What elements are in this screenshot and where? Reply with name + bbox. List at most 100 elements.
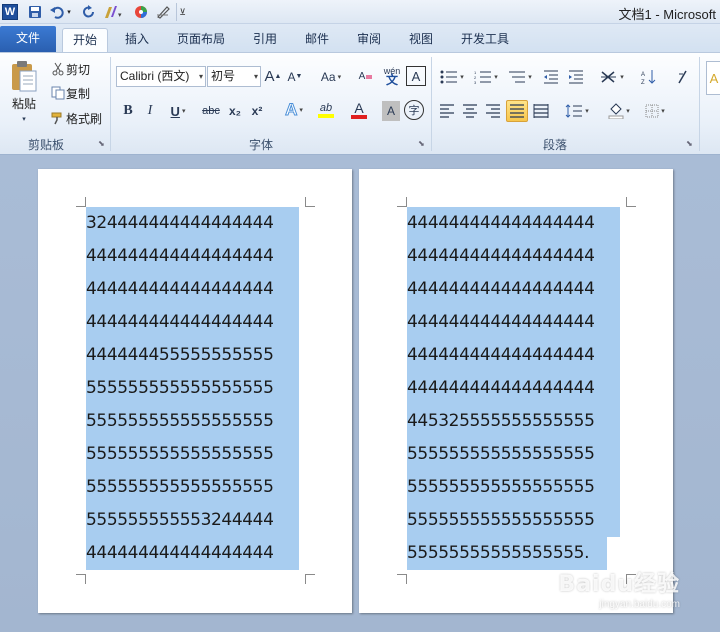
pen-icon[interactable] <box>154 3 172 21</box>
shading-button[interactable]: ▾ <box>604 101 634 121</box>
shrink-font-button[interactable]: A ▼ <box>286 66 304 87</box>
clipboard-launcher-icon[interactable]: ⬊ <box>98 139 105 148</box>
text-line[interactable]: 444444444444444444 <box>407 240 620 273</box>
align-right-button[interactable] <box>483 101 503 121</box>
text-line[interactable]: 555555555555555555 <box>86 438 299 471</box>
phonetic-guide-button[interactable]: wén 文 <box>380 64 404 88</box>
text-line[interactable]: 555555555555555555 <box>86 471 299 504</box>
undo-dropdown-icon[interactable]: ▾ <box>64 3 74 21</box>
styles-gallery-preview[interactable]: A <box>706 61 720 95</box>
text-line[interactable]: 555555555553244444 <box>86 504 299 537</box>
highlight-button[interactable]: ab <box>310 99 342 121</box>
change-case-button[interactable]: Aa ▾ <box>316 66 346 87</box>
clear-formatting-button[interactable]: A <box>356 66 376 87</box>
tab-references[interactable]: 引用 <box>244 28 286 52</box>
text-line[interactable]: 555555555555555555 <box>407 471 620 504</box>
text-line[interactable]: 444444455555555555 <box>86 339 299 372</box>
numbering-button[interactable]: 1 2 3 ▾ <box>471 67 501 87</box>
align-center-button[interactable] <box>460 101 480 121</box>
tab-home[interactable]: 开始 <box>62 28 108 52</box>
font-size-select[interactable]: 初号 ▾ <box>207 66 261 87</box>
paragraph-launcher-icon[interactable]: ⬊ <box>686 139 693 148</box>
font-color-button[interactable]: A <box>344 99 374 121</box>
text-effects-button[interactable]: A ▾ <box>280 99 308 121</box>
text-line[interactable]: 444444444444444444 <box>86 306 299 339</box>
paste-dropdown-icon[interactable]: ▾ <box>18 113 30 125</box>
text-line[interactable]: 444444444444444444 <box>407 273 620 306</box>
customize-qa-icon[interactable]: ⊻ <box>176 3 188 21</box>
text-line[interactable]: 444444444444444444 <box>407 372 620 405</box>
redo-icon[interactable] <box>80 3 98 21</box>
grow-font-button[interactable]: A ▲ <box>264 66 282 87</box>
text-line[interactable]: 445325555555555555 <box>407 405 620 438</box>
color-wheel-icon[interactable] <box>132 3 150 21</box>
font-launcher-icon[interactable]: ⬊ <box>418 139 425 148</box>
tab-developer[interactable]: 开发工具 <box>452 28 518 52</box>
multilevel-list-button[interactable]: ▾ <box>505 67 535 87</box>
bullets-button[interactable]: ▾ <box>437 67 467 87</box>
tab-insert[interactable]: 插入 <box>114 28 160 52</box>
sort-button[interactable]: AZ <box>638 67 660 87</box>
page[interactable]: 324444444444444444 444444444444444444 44… <box>38 169 352 613</box>
show-marks-button[interactable] <box>672 67 692 87</box>
cut-icon[interactable] <box>50 61 66 77</box>
document-area[interactable]: 324444444444444444 444444444444444444 44… <box>0 155 720 632</box>
underline-button[interactable]: U ▾ <box>164 101 192 121</box>
text-line[interactable]: 324444444444444444 <box>86 207 299 240</box>
sort-icon: AZ <box>641 70 656 85</box>
increase-indent-button[interactable] <box>566 67 586 87</box>
font-name-select[interactable]: Calibri (西文) ▾ <box>116 66 206 87</box>
tab-view[interactable]: 视图 <box>400 28 442 52</box>
justify-icon <box>510 104 524 118</box>
text-line[interactable]: 444444444444444444 <box>86 537 299 570</box>
text-line[interactable]: 444444444444444444 <box>86 273 299 306</box>
chinese-layout-button[interactable]: ▾ <box>597 67 627 87</box>
copy-button[interactable]: 复制 <box>66 85 94 101</box>
decrease-indent-button[interactable] <box>541 67 561 87</box>
selected-text-block[interactable]: 324444444444444444 444444444444444444 44… <box>86 207 299 570</box>
tab-file[interactable]: 文件 <box>0 26 56 52</box>
justify-button[interactable] <box>506 100 528 122</box>
text-line[interactable]: 555555555555555555 <box>407 504 620 537</box>
italic-button[interactable]: I <box>142 101 158 121</box>
text-line[interactable]: 444444444444444444 <box>407 306 620 339</box>
line-spacing-button[interactable]: ▾ <box>562 101 592 121</box>
watermark: Baidu经验 jingyan.baidu.com <box>558 566 680 610</box>
paste-button[interactable]: 粘贴 <box>6 95 42 111</box>
enclose-characters-button[interactable]: 字 <box>404 100 424 120</box>
text-line[interactable]: 444444444444444444 <box>407 207 620 240</box>
align-left-button[interactable] <box>437 101 457 121</box>
bold-button[interactable]: B <box>120 101 136 121</box>
superscript-button[interactable]: x² <box>248 101 266 121</box>
borders-button[interactable]: ▾ <box>640 101 670 121</box>
tab-review[interactable]: 审阅 <box>348 28 390 52</box>
subscript-button[interactable]: x₂ <box>226 101 244 121</box>
distributed-button[interactable] <box>531 101 551 121</box>
format-painter-brush-icon[interactable] <box>50 110 66 126</box>
strikethrough-button[interactable]: abc <box>200 101 222 121</box>
svg-text:A: A <box>641 72 645 78</box>
svg-text:3: 3 <box>474 80 477 84</box>
shrink-font-label: A <box>287 69 296 84</box>
cut-button[interactable]: 剪切 <box>66 61 94 77</box>
format-painter-icon[interactable]: ▾ <box>102 3 124 21</box>
underline-label: U <box>170 103 180 119</box>
character-shading-button[interactable]: A <box>382 101 400 121</box>
selected-text-block[interactable]: 444444444444444444 444444444444444444 44… <box>407 207 620 570</box>
copy-icon[interactable] <box>50 85 66 101</box>
paste-icon[interactable] <box>6 57 40 95</box>
chevron-down-icon: ▾ <box>198 72 203 81</box>
text-line[interactable]: 555555555555555555 <box>86 405 299 438</box>
text-line[interactable]: 444444444444444444 <box>407 339 620 372</box>
margin-mark <box>397 574 407 584</box>
format-painter-button[interactable]: 格式刷 <box>66 110 106 126</box>
text-line[interactable]: 555555555555555555 <box>86 372 299 405</box>
tab-mailings[interactable]: 邮件 <box>296 28 338 52</box>
character-border-button[interactable]: A <box>406 66 426 86</box>
tab-page-layout[interactable]: 页面布局 <box>168 28 234 52</box>
save-icon[interactable] <box>26 3 44 21</box>
text-line[interactable]: 555555555555555555 <box>407 438 620 471</box>
text-line[interactable]: 444444444444444444 <box>86 240 299 273</box>
word-app-icon[interactable]: W <box>2 4 18 20</box>
page[interactable]: 444444444444444444 444444444444444444 44… <box>359 169 673 613</box>
